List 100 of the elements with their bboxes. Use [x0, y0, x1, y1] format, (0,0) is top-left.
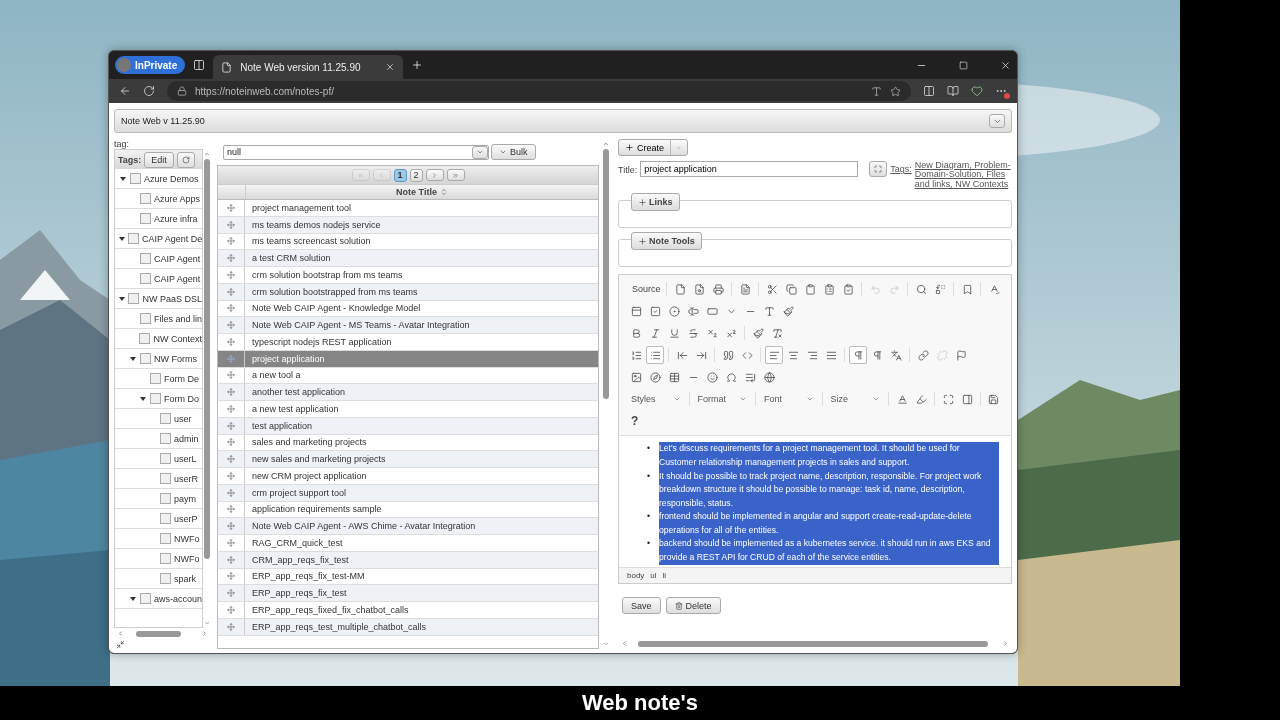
list-item-text: It should be possible to track project name, description, responsible. For project work breakdown structure it should be possible to manage: task id, name, description, responsible, status.	[659, 469, 999, 511]
tree-item[interactable]: CAIP Agent	[115, 269, 202, 289]
format-dropdown[interactable]: Styles	[627, 390, 685, 409]
element-path-link[interactable]: li	[662, 571, 667, 581]
note-title: ERP_app_reqs_fix_test	[251, 587, 348, 601]
tag-name: CAIP Agent	[154, 253, 201, 264]
note-row[interactable]: ERP_app_reqs_fix_test	[218, 585, 598, 602]
note-title: new sales and marketing projects	[251, 453, 387, 467]
page-button[interactable]: 2	[409, 168, 423, 182]
section-toggle-button[interactable]: Links	[631, 193, 680, 212]
tags-list-link[interactable]: New Diagram, Problem-Domain-Solution, Files and links, NW Contexts	[914, 161, 1012, 190]
format-dropdown[interactable]: Format	[693, 390, 752, 409]
note-title: CRM_app_reqs_fix_test	[251, 553, 350, 567]
note-title: crm solution bootstrapped from ms teams	[251, 285, 419, 299]
list-item-text: Let's discuss requirements for a project management tool. It should be used for Customer relationship management projects in sales and support.	[659, 442, 999, 470]
tag-name: paym	[174, 493, 196, 504]
note-row[interactable]: RAG_CRM_quick_test	[218, 535, 598, 552]
title-label: Title:	[618, 165, 638, 175]
note-row[interactable]: a test CRM solution	[218, 250, 598, 267]
tree-item[interactable]: Form Do	[115, 389, 202, 409]
tree-item[interactable]: NWFo	[115, 529, 202, 549]
note-title: Note Web CAIP Agent - Knowledge Model	[251, 302, 422, 316]
tag-name: NW Forms	[154, 353, 197, 364]
note-title: new CRM project application	[251, 469, 368, 483]
note-title: crm project support tool	[251, 486, 348, 500]
save-button[interactable]: Save	[622, 597, 661, 615]
note-title: a new tool a	[251, 369, 302, 383]
note-row[interactable]: another test application	[218, 384, 598, 401]
note-title: project application	[251, 352, 326, 366]
tree-item[interactable]: NW PaaS DSL	[115, 289, 202, 309]
note-row[interactable]: typescript nodejs REST application	[218, 334, 598, 351]
tree-item[interactable]: admin	[115, 429, 202, 449]
tree-item[interactable]: aws-accoun	[115, 589, 202, 609]
format-dropdown[interactable]: Size	[826, 390, 885, 409]
tags-link[interactable]: Tags:	[890, 164, 912, 174]
note-title: RAG_CRM_quick_test	[251, 536, 344, 550]
tree-item[interactable]: CAIP Agent De	[115, 229, 202, 249]
browser-tab[interactable]: Note Web version 11.25.90	[213, 55, 404, 79]
note-title: application requirements sample	[251, 503, 383, 517]
inprivate-badge[interactable]: InPrivate	[115, 56, 186, 74]
tag-name: Files and lin	[153, 313, 202, 324]
note-row[interactable]: ERP_app_reqs_fixed_fix_chatbot_calls	[218, 602, 598, 619]
note-title: ERP_app_reqs_fixed_fix_chatbot_calls	[251, 603, 410, 617]
note-title: Note Web CAIP Agent - MS Teams - Avatar Integration	[251, 319, 471, 333]
tree-item[interactable]: spark	[115, 569, 202, 589]
filter-value: null	[227, 147, 241, 157]
tree-item[interactable]: userP	[115, 509, 202, 529]
tag-name: NWFo	[174, 553, 200, 564]
tag-name: admin	[174, 433, 199, 444]
tag-name: CAIP Agent De	[142, 233, 202, 244]
note-title: sales and marketing projects	[251, 436, 368, 450]
note-title: ms teams demos nodejs service	[251, 218, 382, 232]
tag-name: user	[174, 413, 192, 424]
tree-item[interactable]: CAIP Agent	[115, 249, 202, 269]
url-text: https://noteinweb.com/notes-pf/	[195, 85, 334, 97]
tag-name: CAIP Agent	[154, 273, 201, 284]
tree-item[interactable]: userR	[115, 469, 202, 489]
help-button[interactable]: ?	[627, 414, 643, 429]
tag-name: NW Context	[153, 333, 202, 344]
note-row[interactable]: a new test application	[218, 401, 598, 418]
delete-button[interactable]: Delete	[665, 597, 721, 615]
tree-item[interactable]: paym	[115, 489, 202, 509]
note-row[interactable]: new CRM project application	[218, 468, 598, 485]
tree-item[interactable]: NWFo	[115, 549, 202, 569]
edit-button[interactable]: Edit	[144, 151, 174, 168]
tree-item[interactable]: Azure Demos	[115, 169, 202, 189]
bullet: •	[647, 469, 651, 483]
title-field[interactable]: project application	[640, 161, 859, 177]
element-path-link[interactable]: body	[627, 571, 645, 581]
tree-item[interactable]: Azure infra	[115, 209, 202, 229]
tree-item[interactable]: NW Context	[115, 329, 202, 349]
list-item-text: backend should be implemented as a kubernetes service. it should run in aws EKS and provide a REST API for CRUD of each of the service entities.	[659, 537, 999, 565]
element-path-link[interactable]: ul	[650, 571, 657, 581]
tag-name: NW PaaS DSL	[142, 293, 202, 304]
note-title: crm solution bootstrap from ms teams	[251, 268, 404, 282]
source-button[interactable]: Source	[627, 280, 663, 299]
note-row[interactable]: crm solution bootstrap from ms teams	[218, 267, 598, 284]
tree-item[interactable]: Azure Apps	[115, 189, 202, 209]
note-row[interactable]: project management tool	[218, 200, 598, 217]
tree-item[interactable]: Files and lin	[115, 309, 202, 329]
note-row[interactable]: new sales and marketing projects	[218, 451, 598, 468]
tree-item[interactable]: userL	[115, 449, 202, 469]
note-title: test application	[251, 419, 314, 433]
filter-field[interactable]: null	[223, 144, 489, 160]
tree-item[interactable]: Form De	[115, 369, 202, 389]
list-item-text: frontend should be implemented in angular and support create-read-update-delete operations for all of the entities.	[659, 510, 999, 538]
format-dropdown[interactable]: Font	[760, 390, 818, 409]
page-button[interactable]: 1	[393, 168, 407, 182]
address-bar[interactable]: https://noteinweb.com/notes-pf/	[167, 81, 911, 101]
tree-item[interactable]: NW Forms	[115, 349, 202, 369]
tree-item[interactable]: user	[115, 409, 202, 429]
note-title: Note Web CAIP Agent - AWS Chime - Avatar Integration	[251, 520, 477, 534]
tag-name: Form De	[164, 373, 199, 384]
section-toggle-button[interactable]: Note Tools	[631, 232, 702, 251]
note-row[interactable]: Note Web CAIP Agent - MS Teams - Avatar Integration	[218, 317, 598, 334]
note-row[interactable]: Note Web CAIP Agent - AWS Chime - Avatar Integration	[218, 518, 598, 535]
tag-name: Azure Apps	[154, 193, 201, 204]
bulk-button[interactable]: Bulk	[491, 144, 536, 160]
bullet: •	[647, 510, 651, 524]
note-title: a new test application	[251, 402, 340, 416]
